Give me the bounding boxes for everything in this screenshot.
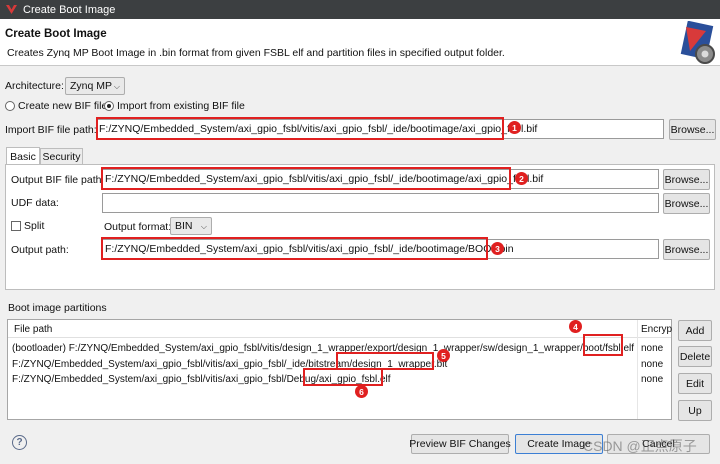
column-header-file-path: File path [14,324,53,335]
window-title: Create Boot Image [23,3,116,16]
import-bif-path-field[interactable]: F:/ZYNQ/Embedded_System/axi_gpio_fsbl/vi… [96,119,664,139]
window-titlebar: Create Boot Image [0,0,720,19]
udf-data-field[interactable] [102,193,659,213]
radio-import-bif[interactable]: Import from existing BIF file [104,100,245,112]
import-bif-browse-button[interactable]: Browse... [669,119,716,140]
tab-basic[interactable]: Basic [6,147,40,165]
output-bif-path-field[interactable]: F:/ZYNQ/Embedded_System/axi_gpio_fsbl/vi… [102,169,659,189]
dialog-header: Create Boot Image Creates Zynq MP Boot I… [0,19,720,66]
output-path-label: Output path: [11,244,69,256]
chevron-down-icon: ⌵ [113,82,120,91]
annotation-marker: 6 [355,385,368,398]
page-description: Creates Zynq MP Boot Image in .bin forma… [7,47,505,59]
udf-browse-button[interactable]: Browse... [663,193,710,214]
import-bif-label: Import BIF file path: [5,124,97,136]
page-title: Create Boot Image [5,28,107,40]
partition-encryption: none [641,342,664,354]
tab-security[interactable]: Security [40,148,83,165]
output-format-label: Output format: [104,221,172,233]
annotation-marker: 3 [491,242,504,255]
architecture-label: Architecture: [5,80,64,92]
radio-circle-selected [104,101,114,111]
edit-partition-button[interactable]: Edit [678,373,712,394]
partitions-table: File path Encryp (bootloader) F:/ZYNQ/Em… [7,319,672,420]
annotation-marker: 4 [569,320,582,333]
add-partition-button[interactable]: Add [678,320,712,341]
output-format-value: BIN [175,220,193,232]
annotation-marker: 5 [437,349,450,362]
partition-encryption: none [641,358,664,370]
split-label: Split [24,220,45,232]
split-checkbox[interactable]: Split [11,220,44,232]
radio-circle [5,101,15,111]
annotation-marker: 2 [515,172,528,185]
radio-label: Create new BIF file [18,100,108,112]
radio-label: Import from existing BIF file [117,100,245,112]
radio-create-new-bif[interactable]: Create new BIF file [5,100,107,112]
architecture-select[interactable]: Zynq MP ⌵ [65,77,125,95]
architecture-value: Zynq MP [70,80,113,92]
partitions-section-label: Boot image partitions [8,302,107,314]
udf-data-label: UDF data: [11,197,59,209]
boot-image-gear-icon [680,21,715,64]
output-bif-browse-button[interactable]: Browse... [663,169,710,190]
output-bif-label: Output BIF file path: [11,174,105,186]
partition-encryption: none [641,373,664,385]
table-row[interactable]: F:/ZYNQ/Embedded_System/axi_gpio_fsbl/vi… [8,356,671,372]
partition-path: F:/ZYNQ/Embedded_System/axi_gpio_fsbl/vi… [12,373,391,385]
output-path-field[interactable]: F:/ZYNQ/Embedded_System/axi_gpio_fsbl/vi… [102,239,659,259]
table-row[interactable]: F:/ZYNQ/Embedded_System/axi_gpio_fsbl/vi… [8,371,671,387]
move-up-button[interactable]: Up [678,400,712,421]
preview-bif-changes-button[interactable]: Preview BIF Changes [409,434,511,454]
partition-path: (bootloader) F:/ZYNQ/Embedded_System/axi… [12,342,635,354]
delete-partition-button[interactable]: Delete [678,346,712,367]
watermark: CSDN @正点原子 [583,438,697,454]
partition-path: F:/ZYNQ/Embedded_System/axi_gpio_fsbl/vi… [12,358,448,370]
column-header-encryption: Encryp [641,324,673,335]
vitis-logo-icon [6,5,17,14]
annotation-marker: 1 [508,121,521,134]
chevron-down-icon: ⌵ [200,222,207,231]
checkbox-box [11,221,21,231]
table-row[interactable]: (bootloader) F:/ZYNQ/Embedded_System/axi… [8,340,671,356]
output-path-browse-button[interactable]: Browse... [663,239,710,260]
output-format-select[interactable]: BIN ⌵ [170,217,212,235]
help-icon[interactable]: ? [12,435,27,450]
